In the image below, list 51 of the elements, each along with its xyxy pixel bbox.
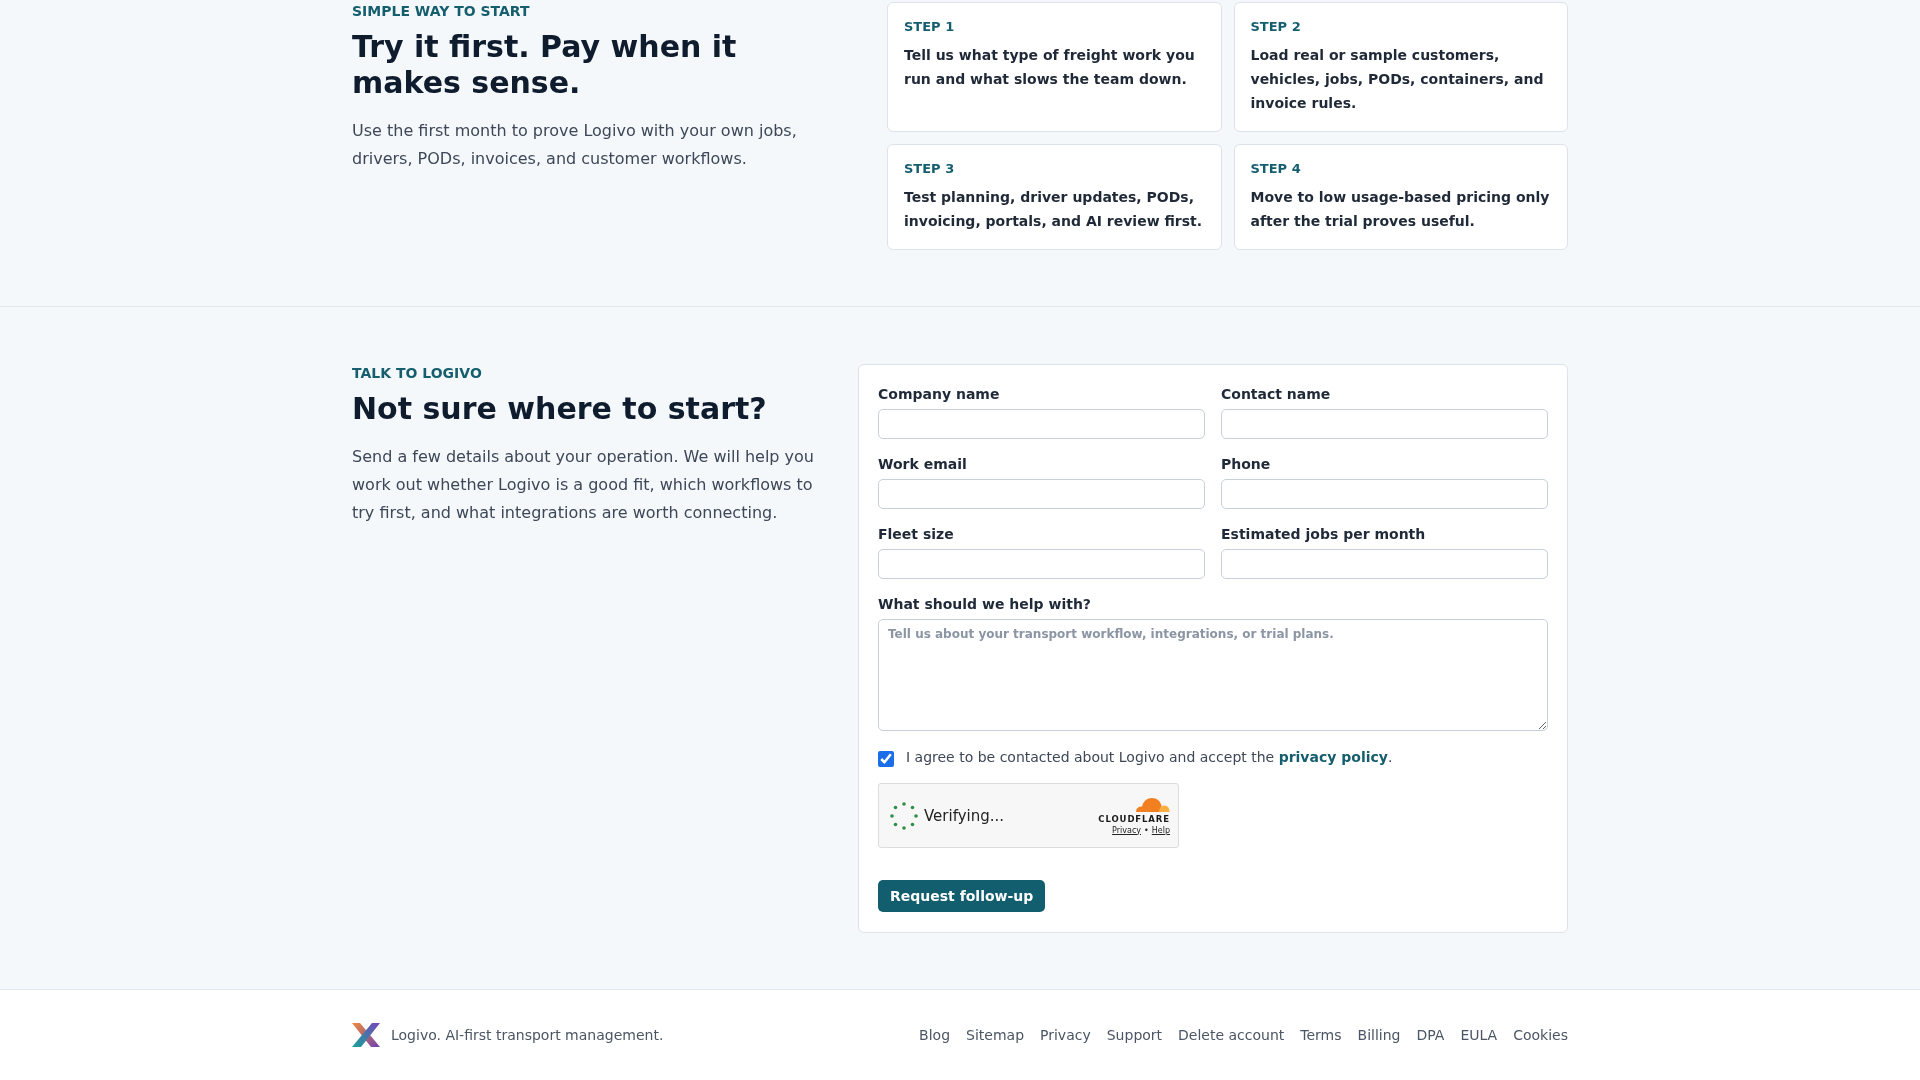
- field-label: Work email: [878, 455, 967, 473]
- captcha-link[interactable]: Help: [1151, 825, 1170, 836]
- field-label: What should we help with?: [878, 595, 1091, 613]
- message-textarea[interactable]: Tell us about your transport workflow, integrations, or trial plans.: [878, 619, 1548, 731]
- section-heading: Try it first. Pay when it makes sense.: [352, 29, 738, 101]
- footer-link[interactable]: Privacy: [1040, 1027, 1091, 1043]
- text-field[interactable]: [1221, 549, 1548, 579]
- request-follow-up-button[interactable]: Request follow-up: [878, 880, 1046, 912]
- logo-icon: [352, 1023, 380, 1047]
- footer-link[interactable]: Support: [1106, 1027, 1163, 1043]
- footer-link[interactable]: EULA: [1460, 1027, 1498, 1043]
- field-label: Phone: [1221, 455, 1271, 473]
- section-description: Send a few details about your operation. We will help you work out whether Logivo is a good fit, which workflows to try first, and what integrations are worth connecting.: [352, 446, 815, 524]
- section-description: Use the first month to prove Logivo with your own jobs, drivers, PODs, invoices, and customer workflows.: [352, 120, 798, 170]
- footer-link[interactable]: Billing: [1357, 1027, 1401, 1043]
- text-field[interactable]: [1221, 479, 1548, 509]
- spinner-icon: [889, 800, 919, 831]
- text-field[interactable]: [1221, 409, 1548, 439]
- footer-link[interactable]: Blog: [919, 1027, 951, 1043]
- step-text: Tell us what type of freight work you run and what slows the team down.: [904, 46, 1196, 89]
- step-text: Load real or sample customers, vehicles, jobs, PODs, containers, and invoice rules.: [1250, 46, 1545, 113]
- section-heading: Not sure where to start?: [352, 391, 768, 427]
- captcha-status: Verifying...: [924, 806, 1005, 825]
- text-field[interactable]: [878, 409, 1205, 439]
- section-eyebrow: SIMPLE WAY TO START: [352, 3, 531, 20]
- footer-link[interactable]: Cookies: [1513, 1027, 1568, 1043]
- footer-link[interactable]: Delete account: [1178, 1027, 1285, 1043]
- footer-link[interactable]: DPA: [1416, 1027, 1445, 1043]
- section-eyebrow: TALK TO LOGIVO: [352, 365, 483, 382]
- field-label: Estimated jobs per month: [1221, 525, 1426, 543]
- field-label: Contact name: [1221, 385, 1331, 403]
- consent-checkbox[interactable]: [878, 750, 894, 767]
- text-field[interactable]: [878, 479, 1205, 509]
- captcha-brand: CLOUDFLARE: [1098, 813, 1170, 824]
- footer-link[interactable]: Terms: [1300, 1027, 1342, 1043]
- cloud-icon: [1134, 795, 1170, 812]
- field-label: Company name: [878, 385, 1000, 403]
- footer-tagline: Logivo. AI-first transport management.: [391, 1027, 664, 1043]
- footer-link[interactable]: Sitemap: [966, 1027, 1025, 1043]
- step-label: STEP 2: [1250, 19, 1302, 35]
- step-label: STEP 1: [904, 19, 956, 35]
- field-label: Fleet size: [878, 525, 954, 543]
- step-label: STEP 4: [1250, 161, 1302, 177]
- step-text: Move to low usage-based pricing only after the trial proves useful.: [1250, 188, 1551, 231]
- consent-text: I agree to be contacted about Logivo and accept the privacy policy.: [906, 748, 1393, 767]
- step-text: Test planning, driver updates, PODs, invoicing, portals, and AI review first.: [904, 188, 1204, 231]
- text-field[interactable]: [878, 549, 1205, 579]
- captcha-separator: •: [1144, 825, 1149, 836]
- captcha-link[interactable]: Privacy: [1112, 825, 1142, 836]
- step-label: STEP 3: [904, 161, 956, 177]
- privacy-policy-link[interactable]: privacy policy: [1278, 749, 1388, 765]
